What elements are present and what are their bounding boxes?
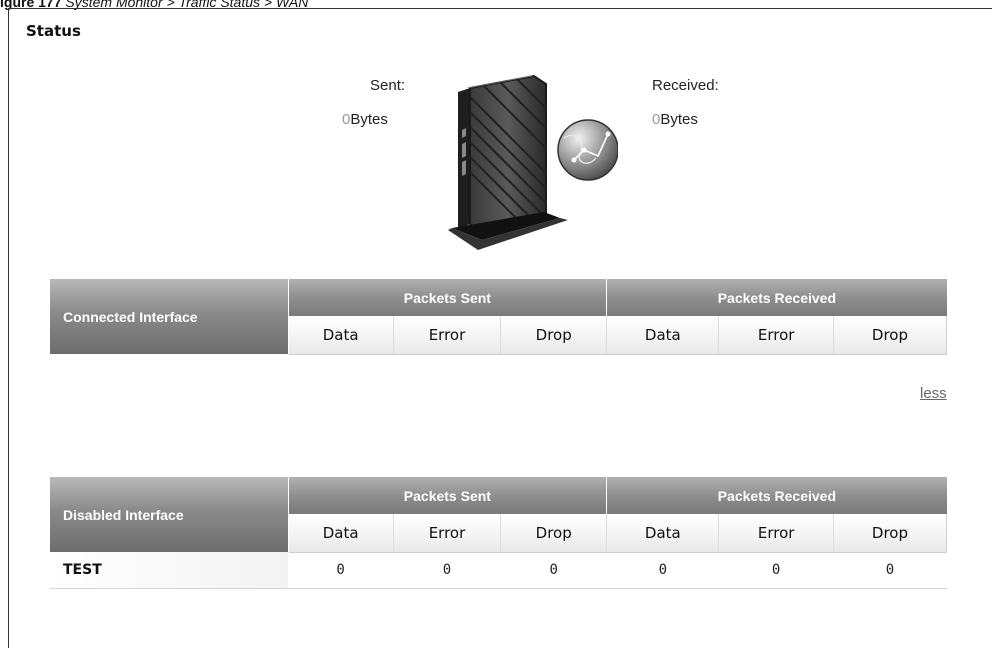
disabled-interface-header: Disabled Interface: [50, 477, 289, 552]
col-sent-data: Data: [288, 316, 394, 355]
disabled-interface-table: Disabled Interface Packets Sent Packets …: [50, 477, 948, 589]
packets-received-header: Packets Received: [606, 477, 947, 514]
packets-sent-header: Packets Sent: [288, 279, 608, 316]
col-received-error: Error: [718, 514, 834, 553]
sent-bytes-unit: Bytes: [350, 111, 388, 128]
col-sent-drop: Drop: [500, 514, 608, 553]
col-sent-error: Error: [393, 514, 502, 553]
sent-error-value: 0: [393, 552, 501, 589]
received-error-value: 0: [718, 552, 834, 589]
packets-received-header: Packets Received: [606, 279, 947, 316]
col-received-drop: Drop: [833, 316, 948, 355]
connected-interface-header: Connected Interface: [50, 279, 289, 354]
received-label: Received:: [652, 77, 719, 94]
sent-data-value: 0: [288, 552, 394, 589]
col-received-drop: Drop: [833, 514, 948, 553]
packets-sent-header: Packets Sent: [288, 477, 608, 514]
router-globe-illustration: [448, 74, 618, 250]
section-title: Status: [26, 22, 81, 40]
connected-interface-table: Connected Interface Packets Sent Packets…: [50, 279, 948, 355]
received-bytes-unit: Bytes: [660, 111, 698, 128]
table-row: TEST 0 0 0 0 0 0: [50, 552, 947, 589]
table-header-row: Disabled Interface Packets Sent Packets …: [50, 477, 947, 552]
col-received-data: Data: [606, 316, 720, 355]
table-header-row: Connected Interface Packets Sent Packets…: [50, 279, 947, 354]
sent-drop-value: 0: [500, 552, 607, 589]
col-sent-error: Error: [393, 316, 502, 355]
sent-value: 0Bytes: [342, 111, 388, 128]
globe-icon: [557, 119, 618, 181]
col-received-error: Error: [718, 316, 834, 355]
received-value: 0Bytes: [652, 111, 698, 128]
received-drop-value: 0: [833, 552, 947, 589]
sent-label: Sent:: [370, 77, 406, 94]
col-received-data: Data: [606, 514, 720, 553]
col-sent-drop: Drop: [500, 316, 608, 355]
interface-name: TEST: [50, 552, 288, 589]
col-sent-data: Data: [288, 514, 394, 553]
router-icon: [448, 74, 568, 250]
received-data-value: 0: [606, 552, 719, 589]
less-link[interactable]: less: [920, 385, 947, 402]
